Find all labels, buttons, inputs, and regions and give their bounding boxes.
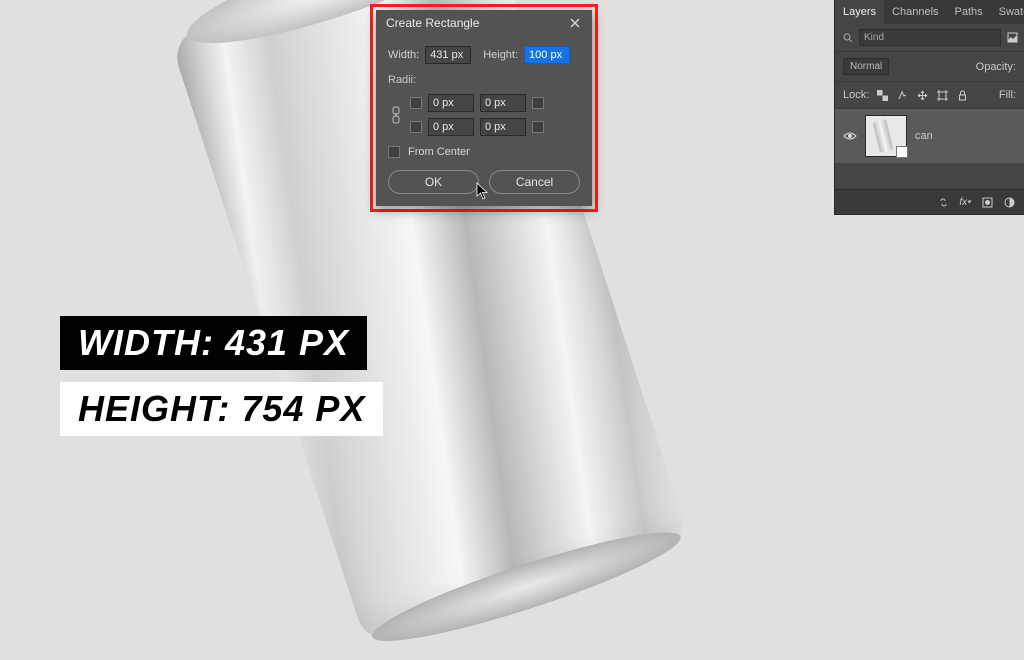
radius-bl-checkbox[interactable] xyxy=(410,121,422,133)
lock-all-icon[interactable] xyxy=(955,88,969,102)
lock-image-icon[interactable] xyxy=(895,88,909,102)
filter-image-icon[interactable] xyxy=(1007,31,1018,45)
tab-channels[interactable]: Channels xyxy=(884,0,946,24)
height-input[interactable] xyxy=(524,46,570,64)
dialog-title-text: Create Rectangle xyxy=(386,16,479,30)
layer-row[interactable]: can xyxy=(835,109,1024,163)
height-label: Height: xyxy=(483,49,518,61)
width-label: Width: xyxy=(388,49,419,61)
link-radii-icon[interactable] xyxy=(389,108,403,122)
fx-icon[interactable]: fx▾ xyxy=(958,195,972,209)
blend-mode-select[interactable]: Normal xyxy=(843,58,889,75)
link-layers-icon[interactable] xyxy=(936,195,950,209)
radii-label: Radii: xyxy=(388,74,580,86)
radius-br-checkbox[interactable] xyxy=(532,121,544,133)
fill-label: Fill: xyxy=(999,89,1016,101)
lock-position-icon[interactable] xyxy=(915,88,929,102)
dialog-highlight-outline: Create Rectangle Width: Height: Radii: xyxy=(370,4,598,212)
from-center-label: From Center xyxy=(408,146,470,158)
lock-label: Lock: xyxy=(843,89,869,101)
ok-button[interactable]: OK xyxy=(388,170,479,194)
from-center-checkbox[interactable] xyxy=(388,146,400,158)
panel-tabs: Layers Channels Paths Swatches xyxy=(835,0,1024,24)
radius-br-input[interactable] xyxy=(480,118,526,136)
mask-icon[interactable] xyxy=(980,195,994,209)
layer-name[interactable]: can xyxy=(915,130,933,142)
search-icon xyxy=(843,31,853,45)
overlay-dimension-banners: WIDTH: 431 PX HEIGHT: 754 PX xyxy=(60,316,383,448)
layers-panel-footer: fx▾ xyxy=(835,189,1024,214)
overlay-width-banner: WIDTH: 431 PX xyxy=(60,316,367,370)
cancel-button[interactable]: Cancel xyxy=(489,170,580,194)
layer-thumbnail[interactable] xyxy=(865,115,907,157)
adjustment-layer-icon[interactable] xyxy=(1002,195,1016,209)
close-icon[interactable] xyxy=(568,16,582,30)
dialog-titlebar[interactable]: Create Rectangle xyxy=(376,10,592,36)
create-rectangle-dialog: Create Rectangle Width: Height: Radii: xyxy=(376,10,592,206)
layers-panel: Layers Channels Paths Swatches T Normal … xyxy=(834,0,1024,215)
radius-tl-checkbox[interactable] xyxy=(410,97,422,109)
visibility-eye-icon[interactable] xyxy=(843,131,857,141)
radius-tr-checkbox[interactable] xyxy=(532,97,544,109)
tab-layers[interactable]: Layers xyxy=(835,0,884,24)
tab-paths[interactable]: Paths xyxy=(947,0,991,24)
overlay-height-banner: HEIGHT: 754 PX xyxy=(60,382,383,436)
radius-tr-input[interactable] xyxy=(480,94,526,112)
radius-tl-input[interactable] xyxy=(428,94,474,112)
tab-swatches[interactable]: Swatches xyxy=(991,0,1024,24)
lock-artboard-icon[interactable] xyxy=(935,88,949,102)
opacity-label: Opacity: xyxy=(976,61,1016,73)
lock-transparency-icon[interactable] xyxy=(875,88,889,102)
width-input[interactable] xyxy=(425,46,471,64)
radius-bl-input[interactable] xyxy=(428,118,474,136)
layer-filter-select[interactable] xyxy=(859,29,1001,46)
